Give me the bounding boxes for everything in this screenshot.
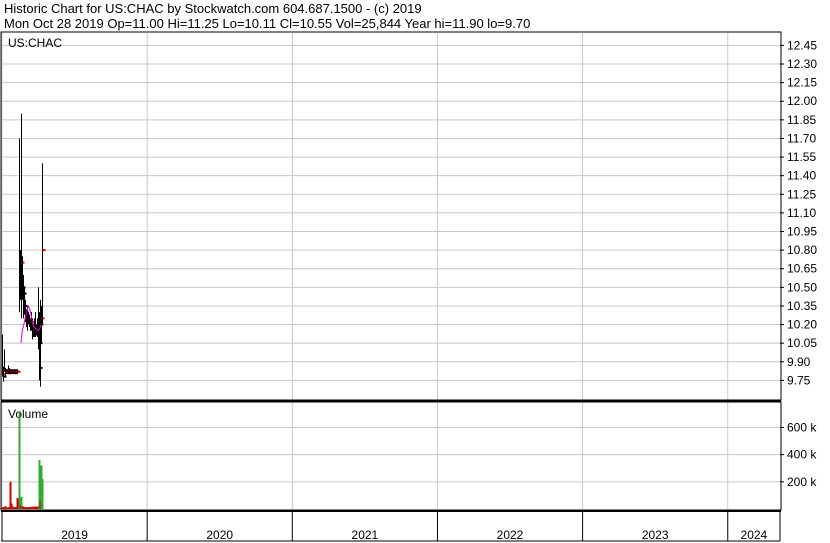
year-label: 2020 [206,528,233,542]
price-tick-label: 11.70 [787,131,816,145]
volume-tick-label: 400 k [787,448,817,462]
price-axis: 12.45 12.30 12.15 12.00 11.85 11.70 11.55 11.40… [780,38,817,387]
price-tick-label: 10.20 [787,318,817,332]
grid-lines [1,33,780,509]
volume-panel-frame [0,401,782,511]
year-label: 2024 [741,528,768,542]
price-tick-label: 11.55 [787,150,816,164]
price-tick-label: 12.15 [787,76,817,90]
price-tick-label: 9.75 [787,373,811,387]
year-label: 2023 [642,528,669,542]
volume-panel-label: Volume [8,407,48,421]
year-label: 2022 [497,528,524,542]
price-tick-label: 11.40 [787,169,816,183]
volume-tick-label: 600 k [787,420,817,434]
volume-bars [1,411,44,509]
price-tick-label: 10.35 [787,299,817,313]
price-tick-label: 10.05 [787,336,817,350]
price-tick-label: 12.45 [787,38,817,52]
price-tick-label: 11.25 [787,187,816,201]
price-tick-label: 10.80 [787,243,817,257]
price-panel-label: US:CHAC [8,36,62,50]
time-axis: 2019 2020 2021 2022 2023 2024 [1,511,781,542]
price-tick-label: 12.00 [787,94,817,108]
price-tick-label: 9.90 [787,355,811,369]
year-label: 2019 [61,528,88,542]
panel-frames [0,31,782,512]
volume-tick-label: 200 k [787,475,817,489]
price-tick-label: 10.65 [787,262,817,276]
price-tick-label: 10.95 [787,225,817,239]
year-label: 2021 [352,528,379,542]
volume-axis: 600 k 400 k 200 k [780,420,817,489]
price-tick-label: 12.30 [787,57,817,71]
price-tick-label: 10.50 [787,280,817,294]
price-panel-frame [0,31,782,401]
stock-chart: US:CHAC Volume 12.45 12.30 12.15 12.00 11.85… [0,31,817,542]
price-tick-label: 11.10 [787,206,816,220]
price-tick-label: 11.85 [787,113,816,127]
